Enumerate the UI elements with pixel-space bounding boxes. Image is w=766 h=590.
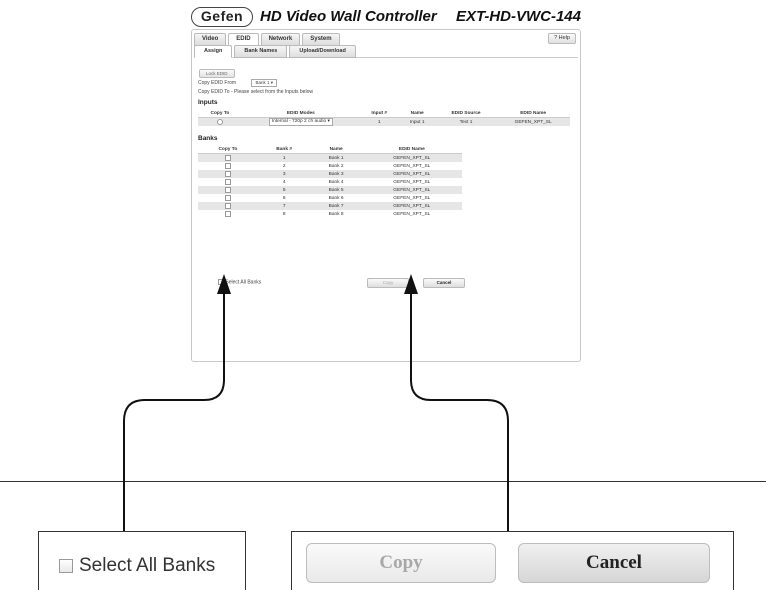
zoom-cancel-button[interactable]: Cancel [518,543,710,583]
zoom-copy-button[interactable]: Copy [306,543,496,583]
arrow-head-left [217,274,231,294]
arrow-head-right [404,274,418,294]
zoom-select-all: Select All Banks [38,531,246,590]
arrow-line-right [410,292,509,531]
arrow-line-left [123,292,225,531]
zoom-buttons: Copy Cancel [291,531,734,590]
zoom-select-all-label: Select All Banks [79,555,216,576]
callout-arrows [123,274,509,531]
zoom-select-all-checkbox[interactable] [59,559,73,573]
